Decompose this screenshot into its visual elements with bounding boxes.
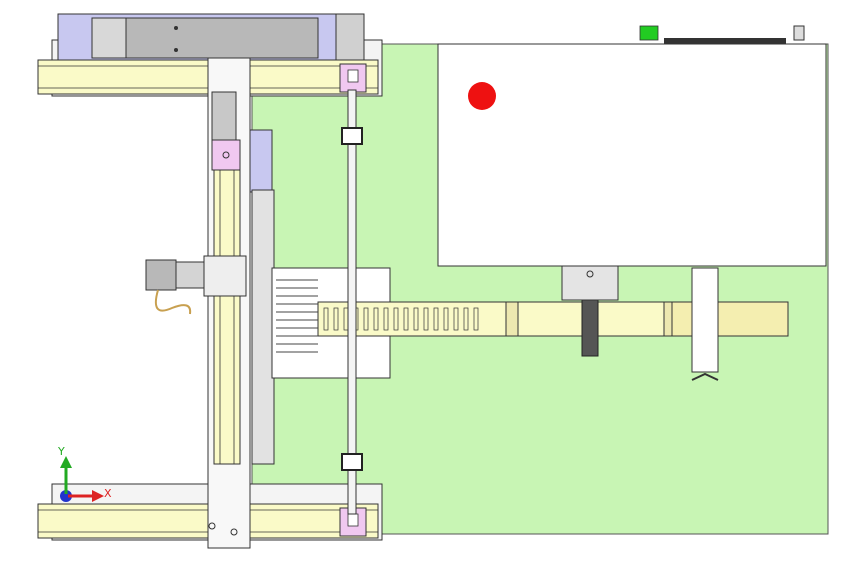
bottom-rail-magenta-window (347, 513, 359, 527)
axis-x-label: X (104, 487, 112, 500)
top-rail-magenta-window (347, 69, 359, 83)
vertical-rail (213, 169, 241, 465)
center-rod (347, 89, 357, 515)
tool-head-connector (175, 261, 205, 289)
cad-drawing: Y X (37, 13, 829, 549)
cad-viewport[interactable]: Y X (0, 0, 867, 562)
axis-y-label: Y (57, 445, 65, 458)
control-cabinet (437, 43, 827, 267)
tool-head-cable (154, 289, 192, 315)
vertical-motor-side (249, 129, 273, 193)
green-indicator-light (639, 25, 659, 41)
vertical-screen-panel (251, 189, 275, 465)
cabinet-top-strip (664, 38, 786, 44)
conveyor-end-roller (671, 301, 789, 337)
rod-collar (341, 127, 363, 145)
right-support-post (691, 267, 719, 373)
top-right-knob (793, 25, 805, 41)
conveyor-divider (663, 301, 673, 337)
rod-collar (341, 453, 363, 471)
vertical-motor (211, 91, 237, 141)
top-motor-cover (125, 17, 319, 59)
pusher-block (581, 299, 599, 357)
top-motor-screw (174, 48, 178, 52)
red-indicator-light (468, 82, 496, 110)
vertical-magenta-block (211, 139, 241, 171)
conveyor-divider (505, 301, 519, 337)
top-motor-end (335, 13, 365, 61)
top-motor-body (91, 17, 127, 59)
tool-head-mount (203, 255, 247, 297)
tool-head-body (145, 259, 177, 291)
top-motor-screw (174, 26, 178, 30)
